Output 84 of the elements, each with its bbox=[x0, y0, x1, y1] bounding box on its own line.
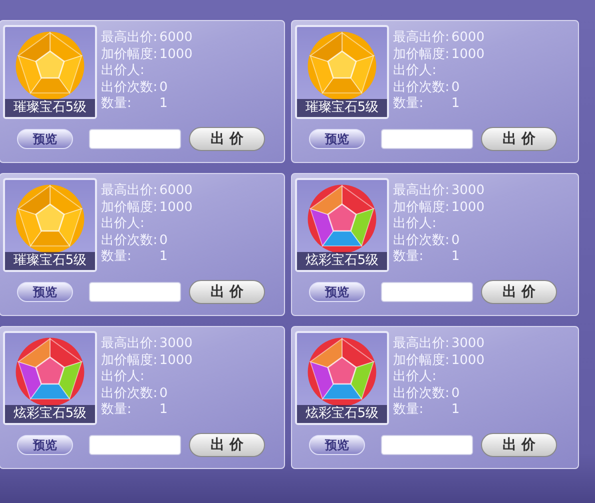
field-value: 3000 bbox=[159, 336, 192, 352]
item-name: 炫彩宝石5级 bbox=[297, 405, 387, 423]
item-thumbnail[interactable]: 璀璨宝石5级 bbox=[3, 25, 97, 119]
field-value: 1 bbox=[451, 96, 460, 112]
field-value: 1 bbox=[159, 96, 168, 112]
field-value: 1 bbox=[159, 249, 168, 266]
field-label: 出价次数: bbox=[393, 232, 450, 249]
field-label: 加价幅度: bbox=[393, 200, 450, 216]
field-value: 0 bbox=[451, 80, 460, 96]
item-name: 炫彩宝石5级 bbox=[5, 405, 95, 423]
item-thumbnail[interactable]: 璀璨宝石5级 bbox=[295, 25, 389, 119]
field-value: 6000 bbox=[451, 30, 484, 46]
field-value: 1 bbox=[451, 249, 460, 266]
bid-button[interactable]: 出 价 bbox=[481, 280, 557, 304]
bid-input-field[interactable] bbox=[381, 435, 473, 455]
item-thumbnail[interactable]: 炫彩宝石5级 bbox=[3, 331, 97, 425]
field-value: 3000 bbox=[451, 336, 484, 352]
item-thumbnail[interactable]: 炫彩宝石5级 bbox=[295, 331, 389, 425]
field-label: 数量: bbox=[393, 249, 424, 266]
field-label: 加价幅度: bbox=[101, 352, 158, 369]
field-label: 数量: bbox=[393, 96, 424, 112]
field-label: 加价幅度: bbox=[101, 200, 158, 216]
field-label: 最高出价: bbox=[101, 30, 158, 46]
item-thumbnail[interactable]: 璀璨宝石5级 bbox=[3, 178, 97, 272]
field-label: 最高出价: bbox=[393, 30, 450, 46]
preview-button[interactable]: 预览 bbox=[17, 129, 73, 149]
field-label: 出价人: bbox=[101, 63, 144, 80]
field-value: 0 bbox=[159, 232, 168, 249]
field-value: 1000 bbox=[159, 46, 192, 63]
field-label: 最高出价: bbox=[393, 336, 450, 352]
bid-button[interactable]: 出 价 bbox=[189, 280, 265, 304]
bid-input-field[interactable] bbox=[381, 282, 473, 302]
field-value: 6000 bbox=[159, 30, 192, 46]
field-label: 出价次数: bbox=[101, 386, 158, 402]
field-value: 3000 bbox=[451, 183, 484, 200]
item-name: 炫彩宝石5级 bbox=[297, 252, 387, 270]
preview-button[interactable]: 预览 bbox=[17, 282, 73, 302]
field-value: 1 bbox=[159, 402, 168, 418]
field-label: 出价人: bbox=[393, 369, 436, 386]
field-value: 1000 bbox=[451, 352, 484, 369]
field-label: 出价次数: bbox=[101, 80, 158, 96]
preview-button[interactable]: 预览 bbox=[309, 129, 365, 149]
bid-button[interactable]: 出 价 bbox=[189, 127, 265, 151]
field-label: 最高出价: bbox=[101, 336, 158, 352]
bid-input-field[interactable] bbox=[89, 129, 181, 149]
field-value: 0 bbox=[159, 386, 168, 402]
field-label: 数量: bbox=[393, 402, 424, 418]
field-value: 6000 bbox=[159, 183, 192, 200]
preview-button[interactable]: 预览 bbox=[309, 435, 365, 455]
item-name: 璀璨宝石5级 bbox=[5, 252, 95, 270]
field-label: 加价幅度: bbox=[393, 352, 450, 369]
field-value: 0 bbox=[451, 386, 460, 402]
field-value: 1000 bbox=[159, 352, 192, 369]
field-value: 1000 bbox=[451, 200, 484, 216]
field-label: 加价幅度: bbox=[101, 46, 158, 63]
preview-button[interactable]: 预览 bbox=[309, 282, 365, 302]
field-label: 出价人: bbox=[101, 369, 144, 386]
item-name: 璀璨宝石5级 bbox=[5, 99, 95, 117]
item-thumbnail[interactable]: 炫彩宝石5级 bbox=[295, 178, 389, 272]
field-label: 数量: bbox=[101, 96, 132, 112]
field-label: 出价次数: bbox=[393, 386, 450, 402]
field-value: 0 bbox=[451, 232, 460, 249]
field-label: 加价幅度: bbox=[393, 46, 450, 63]
field-label: 最高出价: bbox=[393, 183, 450, 200]
bid-input-field[interactable] bbox=[89, 435, 181, 455]
bid-input-field[interactable] bbox=[381, 129, 473, 149]
bid-button[interactable]: 出 价 bbox=[481, 433, 557, 457]
field-label: 最高出价: bbox=[101, 183, 158, 200]
field-label: 数量: bbox=[101, 249, 132, 266]
field-value: 1000 bbox=[451, 46, 484, 63]
field-value: 0 bbox=[159, 80, 168, 96]
bid-button[interactable]: 出 价 bbox=[481, 127, 557, 151]
bid-input-field[interactable] bbox=[89, 282, 181, 302]
field-label: 出价人: bbox=[393, 63, 436, 80]
field-label: 数量: bbox=[101, 402, 132, 418]
preview-button[interactable]: 预览 bbox=[17, 435, 73, 455]
item-name: 璀璨宝石5级 bbox=[297, 99, 387, 117]
bid-button[interactable]: 出 价 bbox=[189, 433, 265, 457]
field-label: 出价次数: bbox=[393, 80, 450, 96]
field-label: 出价次数: bbox=[101, 232, 158, 249]
field-label: 出价人: bbox=[101, 216, 144, 232]
field-label: 出价人: bbox=[393, 216, 436, 232]
field-value: 1000 bbox=[159, 200, 192, 216]
field-value: 1 bbox=[451, 402, 460, 418]
